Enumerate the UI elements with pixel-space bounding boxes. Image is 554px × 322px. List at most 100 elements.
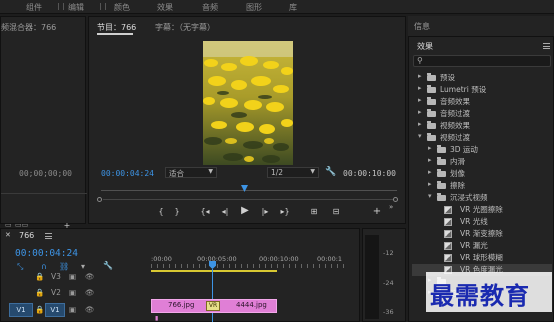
sync-lock-icon[interactable]: ▣: [69, 272, 76, 281]
workspace-tab-libraries[interactable]: 库: [289, 2, 297, 13]
mark-out-button[interactable]: }: [171, 207, 183, 217]
effect-folder[interactable]: ▸ 内滑: [412, 156, 552, 168]
effect-folder[interactable]: ▸ 音频过渡: [412, 108, 552, 120]
add-button[interactable]: +: [371, 207, 383, 217]
transition-icon: [444, 206, 452, 214]
effect-folder[interactable]: ▾ 视频过渡: [412, 132, 552, 144]
effects-search-input[interactable]: ⚲: [413, 55, 551, 67]
info-tab[interactable]: 信息: [414, 21, 430, 32]
effect-folder[interactable]: ▸ 3D 运动: [412, 144, 552, 156]
quality-dropdown[interactable]: 1/2 ▼: [267, 167, 319, 178]
transition-icon: [444, 242, 452, 250]
folder-icon: [437, 169, 446, 177]
step-back-button[interactable]: ◂|: [219, 207, 231, 217]
workspace-tab-audio[interactable]: 音频: [202, 2, 218, 13]
workspace-tab-assembly[interactable]: 组件: [26, 2, 42, 13]
close-icon[interactable]: ✕: [5, 231, 11, 239]
meter-label: -36: [383, 308, 394, 316]
effect-item[interactable]: VR 光圈擦除: [412, 204, 552, 216]
sync-lock-icon[interactable]: ▣: [69, 288, 76, 297]
chevron-right-icon[interactable]: ▸: [428, 168, 432, 176]
go-to-in-button[interactable]: {◂: [199, 207, 211, 217]
timeline-timecode[interactable]: 00:00:04:24: [15, 248, 78, 259]
effect-item[interactable]: VR 漏光: [412, 240, 552, 252]
panel-menu-icon[interactable]: [45, 233, 52, 239]
audio-meters-panel: -12 -24 -36: [362, 228, 406, 322]
overwrite-button[interactable]: ⊟: [329, 207, 343, 217]
wrench-icon[interactable]: 🔧: [325, 167, 336, 177]
work-area-bar[interactable]: [151, 270, 277, 272]
effect-folder[interactable]: ▾ 沉浸式视频: [412, 192, 552, 204]
effect-folder[interactable]: ▸ 划像: [412, 168, 552, 180]
folder-icon: [427, 133, 436, 141]
eye-icon[interactable]: 👁: [85, 272, 95, 281]
time-ruler[interactable]: :00:00 00:00:05:00 00:00:10:00 00:00:1: [151, 247, 351, 273]
zoom-scrollbar[interactable]: [97, 196, 401, 202]
fit-dropdown[interactable]: 适合 ▼: [165, 167, 217, 178]
zoom-handle-left[interactable]: [97, 197, 102, 202]
effect-folder[interactable]: ▸ 预设: [412, 72, 552, 84]
transition-marker[interactable]: VR: [206, 301, 220, 311]
audio-mixer-tab[interactable]: 频混合器：766: [1, 22, 56, 33]
chevron-right-icon[interactable]: ▸: [418, 72, 422, 80]
tab-captions[interactable]: 字幕：（无字幕）: [155, 22, 215, 33]
effect-folder[interactable]: ▸ 音频效果: [412, 96, 552, 108]
effect-label: 划像: [450, 169, 465, 178]
playhead-line: [212, 269, 213, 322]
lock-icon[interactable]: 🔒: [35, 272, 44, 281]
track-header-v2: 🔒 V2 ▣ 👁: [1, 285, 151, 301]
ruler-label: 00:00:1: [317, 255, 343, 263]
chevron-down-icon[interactable]: ▾: [418, 132, 422, 140]
chevron-right-icon[interactable]: ▸: [428, 144, 432, 152]
effect-folder[interactable]: ▸ Lumetri 预设: [412, 84, 552, 96]
eye-icon[interactable]: 👁: [85, 305, 95, 314]
track-target-v1[interactable]: V1: [45, 303, 65, 317]
chevron-right-icon[interactable]: ▸: [418, 108, 422, 116]
eye-icon[interactable]: 👁: [85, 288, 95, 297]
transition-icon: [444, 254, 452, 262]
chevron-down-icon[interactable]: ▾: [428, 192, 432, 200]
effect-label: 视频效果: [440, 121, 470, 130]
meter-bar: [365, 235, 379, 319]
lock-icon[interactable]: 🔒: [35, 305, 44, 314]
workspace-tab-editing[interactable]: 编辑: [68, 2, 84, 13]
zoom-bar: [103, 199, 393, 200]
chevron-right-icon[interactable]: ▸: [418, 120, 422, 128]
tab-program[interactable]: 节目：766: [97, 22, 136, 33]
source-patch-v1[interactable]: V1: [9, 303, 33, 317]
sync-lock-icon[interactable]: ▣: [69, 305, 76, 314]
chevron-right-icon[interactable]: ▸: [428, 180, 432, 188]
panel-menu-icon[interactable]: [543, 43, 550, 49]
effect-item[interactable]: VR 渐变擦除: [412, 228, 552, 240]
timeline-tab[interactable]: 766: [19, 231, 34, 240]
chevron-right-icon[interactable]: ▸: [418, 96, 422, 104]
workspace-tab-effects[interactable]: 效果: [157, 2, 173, 13]
expand-icon[interactable]: »: [389, 203, 393, 211]
go-to-out-button[interactable]: ▸}: [279, 207, 291, 217]
effect-item[interactable]: VR 球形模糊: [412, 252, 552, 264]
ruler-label: 00:00:05:00: [197, 255, 237, 263]
effect-item[interactable]: VR 光线: [412, 216, 552, 228]
lock-icon[interactable]: 🔒: [35, 288, 44, 297]
program-mini-timeline[interactable]: [101, 185, 397, 193]
ruler-label: 00:00:10:00: [259, 255, 299, 263]
quality-dropdown-value: 1/2: [271, 168, 284, 177]
insert-button[interactable]: ⊞: [307, 207, 321, 217]
play-button[interactable]: ▶: [239, 206, 251, 216]
effect-folder[interactable]: ▸ 擦除: [412, 180, 552, 192]
effects-tab[interactable]: 效果: [417, 41, 433, 52]
transition-icon: [444, 218, 452, 226]
workspace-tab-graphics[interactable]: 图形: [246, 2, 262, 13]
search-icon: ⚲: [417, 56, 423, 65]
ruler-ticks: [151, 264, 349, 268]
workspace-tab-color[interactable]: 颜色: [114, 2, 130, 13]
effect-folder[interactable]: ▸ 视频效果: [412, 120, 552, 132]
mark-in-button[interactable]: {: [155, 207, 167, 217]
folder-icon: [437, 181, 446, 189]
zoom-handle-right[interactable]: [393, 197, 398, 202]
program-timecode-current[interactable]: 00:00:04:24: [101, 169, 154, 178]
chevron-right-icon[interactable]: ▸: [428, 156, 432, 164]
chevron-right-icon[interactable]: ▸: [418, 84, 422, 92]
track-header-v1: V1 🔒 V1 ▣ 👁: [1, 301, 151, 319]
step-forward-button[interactable]: |▸: [259, 207, 271, 217]
